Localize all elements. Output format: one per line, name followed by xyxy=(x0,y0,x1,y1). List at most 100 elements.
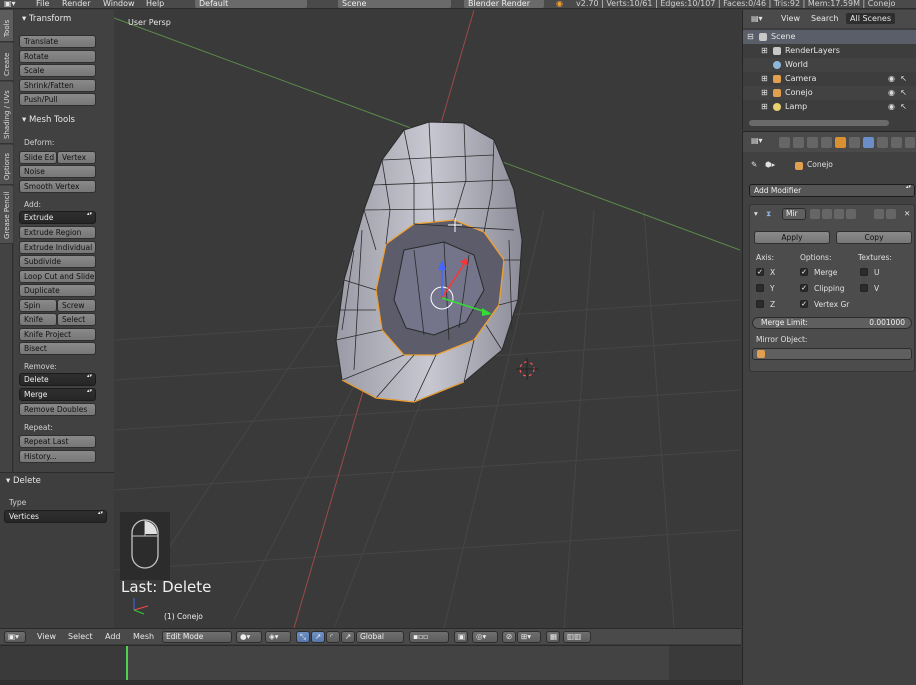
tab-grease-pencil[interactable]: Grease Pencil xyxy=(0,186,13,244)
mirror-object-field[interactable] xyxy=(752,348,912,360)
push-pull-button[interactable]: Push/Pull xyxy=(19,93,96,106)
constraints-tab-icon[interactable] xyxy=(849,137,860,148)
mesh-tools-panel-header[interactable]: ▾ Mesh Tools xyxy=(22,115,75,125)
orientation-selector[interactable]: Global xyxy=(356,631,404,643)
smooth-vertex-button[interactable]: Smooth Vertex xyxy=(19,180,96,193)
modifiers-wrench-icon[interactable] xyxy=(863,137,874,148)
tab-options[interactable]: Options xyxy=(0,145,13,185)
slide-edge-button[interactable]: Slide Ed xyxy=(19,151,57,164)
texture-v-checkbox[interactable] xyxy=(860,284,868,292)
outliner-row-lamp[interactable]: ⊞ Lamp ◉ ↖ xyxy=(743,100,916,114)
visibility-eye-icon[interactable]: ◉ xyxy=(888,88,895,97)
knife-select-button[interactable]: Select xyxy=(57,313,96,326)
axis-y-checkbox[interactable] xyxy=(756,284,764,292)
axis-z-checkbox[interactable] xyxy=(756,300,764,308)
timeline-editor[interactable] xyxy=(0,645,741,685)
delete-dropdown[interactable]: Delete xyxy=(19,373,96,386)
subdivide-button[interactable]: Subdivide xyxy=(19,255,96,268)
outliner-editor-icon[interactable]: ▤▾ xyxy=(751,14,763,23)
outliner-row-camera[interactable]: ⊞ Camera ◉ ↖ xyxy=(743,72,916,86)
remove-doubles-button[interactable]: Remove Doubles xyxy=(19,403,96,416)
data-tab-icon[interactable] xyxy=(877,137,888,148)
menu-view[interactable]: View xyxy=(37,632,56,641)
screw-button[interactable]: Screw xyxy=(57,299,96,312)
select-cursor-icon[interactable]: ↖ xyxy=(900,88,907,97)
collapse-icon[interactable]: ⊟ xyxy=(747,32,754,41)
move-up-icon[interactable] xyxy=(874,209,884,219)
shrink-fatten-button[interactable]: Shrink/Fatten xyxy=(19,79,96,92)
rotate-button[interactable]: Rotate xyxy=(19,50,96,63)
material-tab-icon[interactable] xyxy=(891,137,902,148)
merge-checkbox[interactable]: ✓ xyxy=(800,268,808,276)
snap-toggle[interactable]: ⊘ xyxy=(502,631,516,643)
render-tab-icon[interactable] xyxy=(779,137,790,148)
proportional-edit-selector[interactable]: ◎▾ xyxy=(472,631,498,643)
noise-button[interactable]: Noise xyxy=(19,165,96,178)
texture-u-checkbox[interactable] xyxy=(860,268,868,276)
menu-file[interactable]: File xyxy=(36,0,49,8)
limit-selection-toggle[interactable]: ▣ xyxy=(454,631,468,643)
extrude-individual-button[interactable]: Extrude Individual xyxy=(19,241,96,254)
menu-render[interactable]: Render xyxy=(62,0,90,8)
tab-shading-uvs[interactable]: Shading / UVs xyxy=(0,82,13,144)
clipping-checkbox[interactable]: ✓ xyxy=(800,284,808,292)
outliner-row-world[interactable]: World xyxy=(743,58,916,72)
bisect-button[interactable]: Bisect xyxy=(19,342,96,355)
add-modifier-dropdown[interactable]: Add Modifier xyxy=(749,184,915,197)
cage-display-icon[interactable] xyxy=(846,209,856,219)
loop-cut-button[interactable]: Loop Cut and Slide xyxy=(19,270,96,283)
outliner-row-conejo[interactable]: ⊞ Conejo ◉ ↖ xyxy=(743,86,916,100)
outliner-scrollbar[interactable] xyxy=(749,120,889,126)
modifier-name-field[interactable]: Mir xyxy=(782,208,806,220)
translate-manipulator-toggle[interactable]: ↗ xyxy=(311,631,325,643)
select-mode-buttons[interactable]: ▪▫▫ xyxy=(409,631,449,643)
frame-ruler[interactable] xyxy=(0,680,741,685)
3d-cursor-icon[interactable] xyxy=(516,358,538,380)
layout-selector[interactable]: Default xyxy=(195,0,307,8)
axis-x-checkbox[interactable]: ✓ xyxy=(756,268,764,276)
edit-mode-display-icon[interactable] xyxy=(810,209,820,219)
expand-icon[interactable]: ⊞ xyxy=(761,46,768,55)
outliner-filter-selector[interactable]: All Scenes xyxy=(846,13,896,24)
texture-tab-icon[interactable] xyxy=(905,137,915,148)
move-down-icon[interactable] xyxy=(886,209,896,219)
conejo-mesh[interactable] xyxy=(335,121,523,403)
render-layers-tab-icon[interactable] xyxy=(793,137,804,148)
mode-selector[interactable]: Edit Mode xyxy=(162,631,232,643)
merge-dropdown[interactable]: Merge xyxy=(19,388,96,401)
outliner-row-scene[interactable]: ⊟ Scene xyxy=(743,30,916,44)
menu-select[interactable]: Select xyxy=(68,632,93,641)
apply-modifier-button[interactable]: Apply xyxy=(754,231,830,244)
render-display-icon[interactable] xyxy=(834,209,844,219)
properties-editor-icon[interactable]: ▤▾ xyxy=(751,136,763,145)
menu-window[interactable]: Window xyxy=(103,0,135,8)
editor-type-button[interactable]: ▣▾ xyxy=(4,631,26,643)
expand-icon[interactable]: ⊞ xyxy=(761,88,768,97)
merge-limit-field[interactable]: Merge Limit: 0.001000 xyxy=(752,317,912,329)
menu-help[interactable]: Help xyxy=(146,0,164,8)
render-engine-selector[interactable]: Blender Render xyxy=(464,0,544,8)
outliner-menu-view[interactable]: View xyxy=(781,14,800,23)
realtime-display-icon[interactable] xyxy=(822,209,832,219)
pivot-selector[interactable]: ◈▾ xyxy=(265,631,291,643)
knife-button[interactable]: Knife xyxy=(19,313,57,326)
spin-button[interactable]: Spin xyxy=(19,299,57,312)
outliner-menu-search[interactable]: Search xyxy=(811,14,838,23)
scene-selector[interactable]: Scene xyxy=(338,0,451,8)
object-tab-icon[interactable] xyxy=(835,137,846,148)
menu-mesh[interactable]: Mesh xyxy=(133,632,154,641)
extrude-region-button[interactable]: Extrude Region xyxy=(19,226,96,239)
select-cursor-icon[interactable]: ↖ xyxy=(900,74,907,83)
manipulator-toggle[interactable]: ⤡ xyxy=(296,631,310,643)
vertex-groups-checkbox[interactable]: ✓ xyxy=(800,300,808,308)
duplicate-button[interactable]: Duplicate xyxy=(19,284,96,297)
transform-panel-header[interactable]: ▾ Transform xyxy=(22,14,71,24)
scene-tab-icon[interactable] xyxy=(807,137,818,148)
pin-icon[interactable]: ✎ xyxy=(751,160,757,169)
tab-tools[interactable]: Tools xyxy=(0,10,13,42)
world-tab-icon[interactable] xyxy=(821,137,832,148)
snap-element-selector[interactable]: ⊞▾ xyxy=(517,631,541,643)
extrude-dropdown[interactable]: Extrude xyxy=(19,211,96,224)
operator-panel-header[interactable]: ▾ Delete xyxy=(6,476,41,486)
shading-selector[interactable]: ●▾ xyxy=(236,631,262,643)
